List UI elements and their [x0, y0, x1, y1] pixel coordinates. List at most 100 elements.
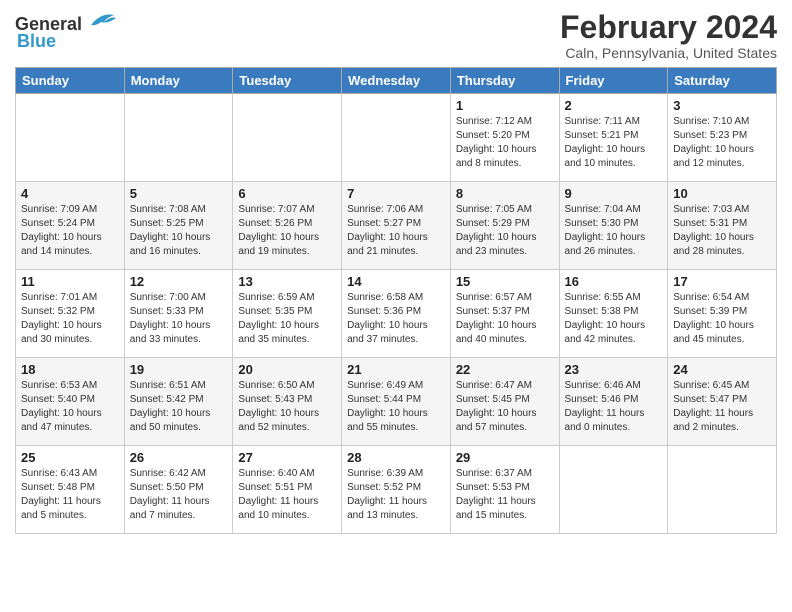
month-title: February 2024: [560, 10, 777, 45]
table-row: 16Sunrise: 6:55 AM Sunset: 5:38 PM Dayli…: [559, 270, 668, 358]
logo: General Blue: [15, 10, 116, 52]
table-row: [124, 94, 233, 182]
day-info: Sunrise: 7:06 AM Sunset: 5:27 PM Dayligh…: [347, 203, 445, 259]
day-info: Sunrise: 6:40 AM Sunset: 5:51 PM Dayligh…: [238, 467, 336, 523]
table-row: 5 Sunrise: 7:08 AM Sunset: 5:25 PM Daylig…: [124, 182, 233, 270]
day-number: 11: [21, 274, 119, 289]
day-info: Sunrise: 7:12 AM Sunset: 5:20 PM Dayligh…: [456, 115, 554, 171]
table-row: 1 Sunrise: 7:12 AM Sunset: 5:20 PM Daylig…: [450, 94, 559, 182]
header-area: General Blue February 2024 Caln, Pennsyl…: [15, 10, 777, 61]
day-info: Sunrise: 7:11 AM Sunset: 5:21 PM Dayligh…: [565, 115, 663, 171]
header-tuesday: Tuesday: [233, 68, 342, 94]
day-number: 10: [673, 186, 771, 201]
day-info: Sunrise: 7:08 AM Sunset: 5:25 PM Dayligh…: [130, 203, 228, 259]
table-row: 23 Sunrise: 6:46 AM Sunset: 5:46 PM Dayli…: [559, 358, 668, 446]
day-number: 14: [347, 274, 445, 289]
week-row-4: 25Sunrise: 6:43 AM Sunset: 5:48 PM Dayli…: [16, 446, 777, 534]
table-row: 27Sunrise: 6:40 AM Sunset: 5:51 PM Dayli…: [233, 446, 342, 534]
table-row: 2Sunrise: 7:11 AM Sunset: 5:21 PM Daylig…: [559, 94, 668, 182]
header-monday: Monday: [124, 68, 233, 94]
logo-blue: Blue: [17, 31, 56, 52]
table-row: 3 Sunrise: 7:10 AM Sunset: 5:23 PM Daylig…: [668, 94, 777, 182]
logo-bird-icon: [86, 10, 116, 30]
table-row: 13 Sunrise: 6:59 AM Sunset: 5:35 PM Dayli…: [233, 270, 342, 358]
header-wednesday: Wednesday: [342, 68, 451, 94]
week-row-1: 4Sunrise: 7:09 AM Sunset: 5:24 PM Daylig…: [16, 182, 777, 270]
day-info: Sunrise: 6:42 AM Sunset: 5:50 PM Dayligh…: [130, 467, 228, 523]
table-row: 20Sunrise: 6:50 AM Sunset: 5:43 PM Dayli…: [233, 358, 342, 446]
day-info: Sunrise: 6:49 AM Sunset: 5:44 PM Dayligh…: [347, 379, 445, 435]
day-info: Sunrise: 6:54 AM Sunset: 5:39 PM Dayligh…: [673, 291, 771, 347]
day-number: 24: [673, 362, 771, 377]
day-info: Sunrise: 6:43 AM Sunset: 5:48 PM Dayligh…: [21, 467, 119, 523]
table-row: 11Sunrise: 7:01 AM Sunset: 5:32 PM Dayli…: [16, 270, 125, 358]
day-number: 26: [130, 450, 228, 465]
day-info: Sunrise: 7:10 AM Sunset: 5:23 PM Dayligh…: [673, 115, 771, 171]
day-number: 1: [456, 98, 554, 113]
day-number: 22: [456, 362, 554, 377]
table-row: [16, 94, 125, 182]
day-number: 18: [21, 362, 119, 377]
day-number: 23: [565, 362, 663, 377]
day-number: 6: [238, 186, 336, 201]
table-row: 18Sunrise: 6:53 AM Sunset: 5:40 PM Dayli…: [16, 358, 125, 446]
day-info: Sunrise: 6:46 AM Sunset: 5:46 PM Dayligh…: [565, 379, 663, 435]
table-row: 14 Sunrise: 6:58 AM Sunset: 5:36 PM Dayli…: [342, 270, 451, 358]
day-info: Sunrise: 7:05 AM Sunset: 5:29 PM Dayligh…: [456, 203, 554, 259]
day-number: 7: [347, 186, 445, 201]
day-info: Sunrise: 6:57 AM Sunset: 5:37 PM Dayligh…: [456, 291, 554, 347]
day-info: Sunrise: 6:50 AM Sunset: 5:43 PM Dayligh…: [238, 379, 336, 435]
day-number: 13: [238, 274, 336, 289]
page: General Blue February 2024 Caln, Pennsyl…: [0, 0, 792, 544]
day-number: 3: [673, 98, 771, 113]
day-info: Sunrise: 7:03 AM Sunset: 5:31 PM Dayligh…: [673, 203, 771, 259]
table-row: [559, 446, 668, 534]
table-row: 25Sunrise: 6:43 AM Sunset: 5:48 PM Dayli…: [16, 446, 125, 534]
table-row: 8 Sunrise: 7:05 AM Sunset: 5:29 PM Daylig…: [450, 182, 559, 270]
table-row: 21 Sunrise: 6:49 AM Sunset: 5:44 PM Dayli…: [342, 358, 451, 446]
calendar: Sunday Monday Tuesday Wednesday Thursday…: [15, 67, 777, 534]
table-row: 24 Sunrise: 6:45 AM Sunset: 5:47 PM Dayli…: [668, 358, 777, 446]
header-saturday: Saturday: [668, 68, 777, 94]
header-sunday: Sunday: [16, 68, 125, 94]
day-number: 8: [456, 186, 554, 201]
day-info: Sunrise: 7:00 AM Sunset: 5:33 PM Dayligh…: [130, 291, 228, 347]
location: Caln, Pennsylvania, United States: [560, 45, 777, 61]
table-row: 4Sunrise: 7:09 AM Sunset: 5:24 PM Daylig…: [16, 182, 125, 270]
day-info: Sunrise: 6:45 AM Sunset: 5:47 PM Dayligh…: [673, 379, 771, 435]
day-number: 28: [347, 450, 445, 465]
day-info: Sunrise: 7:07 AM Sunset: 5:26 PM Dayligh…: [238, 203, 336, 259]
day-number: 15: [456, 274, 554, 289]
day-number: 9: [565, 186, 663, 201]
day-info: Sunrise: 6:39 AM Sunset: 5:52 PM Dayligh…: [347, 467, 445, 523]
day-info: Sunrise: 6:59 AM Sunset: 5:35 PM Dayligh…: [238, 291, 336, 347]
day-number: 21: [347, 362, 445, 377]
day-number: 4: [21, 186, 119, 201]
day-info: Sunrise: 6:37 AM Sunset: 5:53 PM Dayligh…: [456, 467, 554, 523]
day-info: Sunrise: 6:47 AM Sunset: 5:45 PM Dayligh…: [456, 379, 554, 435]
table-row: [668, 446, 777, 534]
weekday-header-row: Sunday Monday Tuesday Wednesday Thursday…: [16, 68, 777, 94]
day-number: 12: [130, 274, 228, 289]
table-row: 26 Sunrise: 6:42 AM Sunset: 5:50 PM Dayli…: [124, 446, 233, 534]
day-info: Sunrise: 6:51 AM Sunset: 5:42 PM Dayligh…: [130, 379, 228, 435]
table-row: 10 Sunrise: 7:03 AM Sunset: 5:31 PM Dayli…: [668, 182, 777, 270]
title-area: February 2024 Caln, Pennsylvania, United…: [560, 10, 777, 61]
table-row: 19 Sunrise: 6:51 AM Sunset: 5:42 PM Dayli…: [124, 358, 233, 446]
header-thursday: Thursday: [450, 68, 559, 94]
table-row: 29 Sunrise: 6:37 AM Sunset: 5:53 PM Dayli…: [450, 446, 559, 534]
day-number: 19: [130, 362, 228, 377]
table-row: [342, 94, 451, 182]
table-row: 7 Sunrise: 7:06 AM Sunset: 5:27 PM Daylig…: [342, 182, 451, 270]
week-row-3: 18Sunrise: 6:53 AM Sunset: 5:40 PM Dayli…: [16, 358, 777, 446]
day-number: 29: [456, 450, 554, 465]
table-row: 22 Sunrise: 6:47 AM Sunset: 5:45 PM Dayli…: [450, 358, 559, 446]
week-row-0: 1 Sunrise: 7:12 AM Sunset: 5:20 PM Daylig…: [16, 94, 777, 182]
day-number: 16: [565, 274, 663, 289]
header-friday: Friday: [559, 68, 668, 94]
day-number: 5: [130, 186, 228, 201]
table-row: 12 Sunrise: 7:00 AM Sunset: 5:33 PM Dayli…: [124, 270, 233, 358]
day-info: Sunrise: 6:58 AM Sunset: 5:36 PM Dayligh…: [347, 291, 445, 347]
day-info: Sunrise: 7:04 AM Sunset: 5:30 PM Dayligh…: [565, 203, 663, 259]
table-row: 15 Sunrise: 6:57 AM Sunset: 5:37 PM Dayli…: [450, 270, 559, 358]
